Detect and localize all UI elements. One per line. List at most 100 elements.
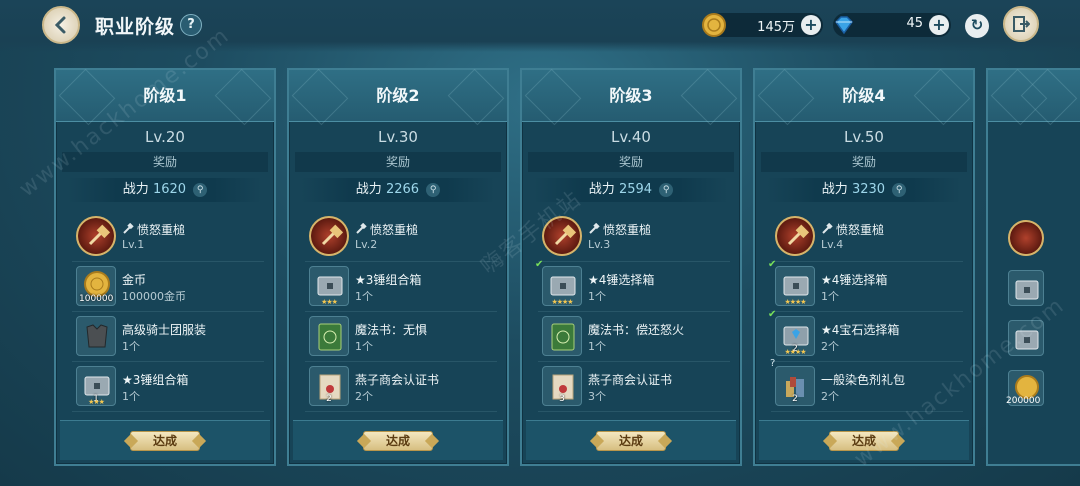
combat-power: 战力 3230 ⚲ — [767, 178, 961, 202]
combat-power: 战力 2594 ⚲ — [534, 178, 728, 202]
card-title: 阶级3 — [522, 70, 740, 122]
reward-row[interactable]: 1 ★★★ ★3锤组合箱 1个 — [72, 362, 264, 412]
item-name-text: 愤怒重槌 — [603, 223, 652, 237]
power-label: 战力 — [588, 182, 615, 197]
item-detail: Lv.1 — [122, 238, 145, 251]
magic-book-icon — [309, 316, 349, 356]
gem-value: 45 — [906, 16, 923, 31]
item-name-text: 金币 — [122, 273, 147, 287]
refresh-icon: ↻ — [970, 16, 984, 34]
card-title: 阶级1 — [56, 70, 274, 122]
reward-row[interactable]: 2 ? 一般染色剂礼包 2个 — [770, 358, 963, 412]
refresh-button[interactable]: ↻ — [965, 14, 989, 38]
reward-label: 奖励 — [761, 152, 967, 172]
reward-row[interactable]: ★★★★ ✔ ★4锤选择箱 1个 — [768, 259, 963, 312]
reward-row[interactable]: 3 燕子商会认证书 3个 — [538, 362, 730, 412]
gem-currency: 45 + — [833, 13, 951, 37]
help-button[interactable]: ? — [180, 14, 202, 36]
reward-row[interactable]: 愤怒重槌 Lv.4 — [771, 212, 963, 262]
star-rating: ★★★ — [88, 398, 105, 406]
page-title: 职业阶级 — [95, 16, 176, 38]
item-name: 一般染色剂礼包 — [821, 371, 905, 388]
check-icon: ✔ — [768, 309, 777, 320]
item-name: ★4宝石选择箱 — [821, 321, 899, 338]
level-requirement: Lv.40 — [611, 128, 651, 146]
reward-label: 奖励 — [62, 152, 268, 172]
back-arrow-icon — [54, 16, 66, 34]
item-name-text: 燕子商会认证书 — [355, 373, 440, 387]
power-value: 2266 — [385, 182, 420, 197]
achieved-badge: 达成 — [363, 431, 433, 451]
item-detail: Lv.2 — [355, 238, 378, 251]
item-detail: 1个 — [355, 290, 373, 303]
power-label: 战力 — [122, 182, 149, 197]
add-gold-button[interactable]: + — [801, 15, 821, 35]
reward-row[interactable]: 2 燕子商会认证书 2个 — [305, 362, 497, 412]
item-quantity: 100000 — [79, 294, 114, 304]
reward-list: 愤怒重槌 Lv.3 ★★★★ ✔ ★4锤选择箱 1个 魔法书：偿还怒火 1个 3… — [535, 212, 730, 412]
item-detail: Lv.4 — [821, 238, 844, 251]
magnifier-icon[interactable]: ⚲ — [659, 182, 674, 197]
item-quantity: 2 — [792, 394, 798, 404]
item-detail: 2个 — [821, 390, 839, 403]
exit-button[interactable] — [1003, 6, 1039, 42]
item-name-text: ★3锤组合箱 — [122, 373, 189, 387]
class-tier-card: 阶级1 Lv.20 奖励 战力 1620 ⚲ 愤怒重槌 Lv.1 100000 — [54, 68, 276, 466]
item-name: 愤怒重槌 — [122, 221, 185, 238]
item-detail: 2个 — [355, 390, 373, 403]
item-name-text: ★4锤选择箱 — [821, 273, 888, 287]
card-header — [988, 70, 1080, 122]
reward-row[interactable]: 魔法书：偿还怒火 1个 — [538, 312, 730, 362]
reward-row[interactable]: 愤怒重槌 Lv.3 — [538, 212, 730, 262]
class-tier-card: 阶级4 Lv.50 奖励 战力 3230 ⚲ 愤怒重槌 Lv.4 ★★★★ ✔ — [753, 68, 975, 466]
level-requirement: Lv.30 — [378, 128, 418, 146]
star-rating: ★★★★ — [784, 298, 806, 306]
item-name: 金币 — [122, 271, 146, 288]
item-name-text: 魔法书：无惧 — [355, 323, 428, 337]
item-name: 愤怒重槌 — [355, 221, 418, 238]
item-name: ★3锤组合箱 — [122, 371, 188, 388]
item-detail: 1个 — [122, 390, 140, 403]
achieved-badge: 达成 — [596, 431, 666, 451]
item-name: 高级骑士团服装 — [122, 321, 206, 338]
reward-row[interactable]: 愤怒重槌 Lv.1 — [72, 212, 264, 262]
reward-row[interactable]: 高级骑士团服装 1个 — [72, 312, 264, 362]
reward-row[interactable]: 魔法书：无惧 1个 — [305, 312, 497, 362]
add-gem-button[interactable]: + — [929, 15, 949, 35]
class-tier-card: 阶级3 Lv.40 奖励 战力 2594 ⚲ 愤怒重槌 Lv.3 ★★★★ ✔ — [520, 68, 742, 466]
reward-row[interactable]: 愤怒重槌 Lv.2 — [305, 212, 497, 262]
gold-value: 145万 — [757, 20, 795, 35]
item-detail: 1个 — [821, 290, 839, 303]
hammer-icon — [822, 223, 833, 234]
gold-currency: 145万 + — [702, 13, 823, 37]
certificate-icon: 2 — [309, 366, 349, 406]
check-icon: ✔ — [535, 259, 544, 270]
card-title: 阶级4 — [755, 70, 973, 122]
back-button[interactable] — [42, 6, 80, 44]
reward-row[interactable]: 100000 金币 100000金币 — [72, 262, 264, 312]
item-name-text: 魔法书：偿还怒火 — [588, 323, 685, 337]
magic-book-icon — [542, 316, 582, 356]
card-footer: 达成 — [60, 420, 270, 460]
item-name-text: 愤怒重槌 — [836, 223, 885, 237]
item-name: 燕子商会认证书 — [588, 371, 672, 388]
reward-row[interactable]: ★★★ ★3锤组合箱 1个 — [305, 262, 497, 312]
item-quantity: 2 — [326, 394, 332, 404]
magnifier-icon[interactable]: ⚲ — [426, 182, 441, 197]
magnifier-icon[interactable]: ⚲ — [193, 182, 208, 197]
hammer-icon — [356, 223, 367, 234]
armor-icon — [76, 316, 116, 356]
certificate-icon: 3 — [542, 366, 582, 406]
combat-power: 战力 1620 ⚲ — [68, 178, 262, 202]
magnifier-icon[interactable]: ⚲ — [892, 182, 907, 197]
hammer-skill-icon — [309, 216, 349, 256]
item-detail: 1个 — [588, 290, 606, 303]
item-quantity: 200000 — [1006, 396, 1041, 406]
reward-row[interactable]: ★★★★ ✔ ★4锤选择箱 1个 — [535, 259, 730, 312]
level-requirement: Lv.50 — [844, 128, 884, 146]
power-label: 战力 — [355, 182, 382, 197]
reward-row[interactable]: 2 ★★★★ ✔ ★4宝石选择箱 2个 — [768, 309, 963, 362]
item-detail: 3个 — [588, 390, 606, 403]
class-tier-card-partial: 200000 — [986, 68, 1080, 466]
hammer-skill-icon — [1008, 220, 1044, 256]
